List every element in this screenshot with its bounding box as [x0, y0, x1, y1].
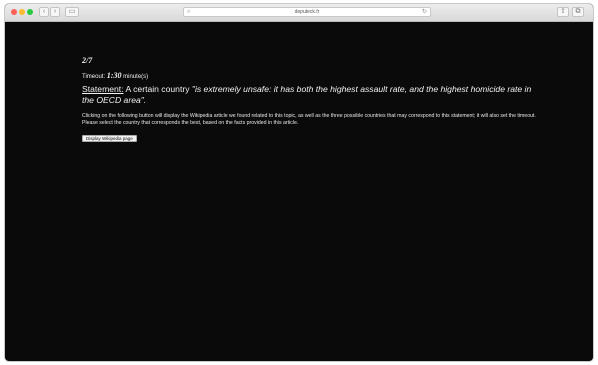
timeout-line: Timeout: 1:30 minute(s) [82, 71, 148, 80]
question-progress: 2/7 [82, 56, 93, 65]
forward-button[interactable]: › [50, 7, 60, 17]
close-window-button[interactable] [11, 9, 17, 15]
statement-prefix: A certain country [125, 84, 190, 94]
chevron-left-icon: ‹ [42, 8, 46, 15]
statement-label: Statement: [82, 84, 124, 94]
display-wikipedia-button[interactable]: Display Wikipedia page [82, 135, 137, 142]
sidebar-toggle-button[interactable]: ▭ [65, 7, 79, 17]
browser-toolbar: ‹ › ▭ ⌕ deputeck.fr ↻ ⇧ ⧉ [5, 4, 593, 22]
timeout-unit: minute(s) [123, 74, 149, 80]
tabs-button[interactable]: ⧉ [572, 7, 584, 17]
page-content: 2/7 Timeout: 1:30 minute(s) Statement: A… [5, 22, 593, 361]
timeout-label: Timeout: [82, 74, 106, 80]
chevron-right-icon: › [53, 8, 57, 15]
zoom-window-button[interactable] [27, 9, 33, 15]
timeout-value: 1:30 [106, 71, 122, 80]
statement: Statement: A certain country "is extreme… [82, 84, 537, 106]
share-icon: ⇧ [560, 8, 566, 15]
address-bar[interactable]: ⌕ deputeck.fr ↻ [183, 7, 431, 17]
tabs-icon: ⧉ [575, 8, 581, 15]
minimize-window-button[interactable] [19, 9, 25, 15]
instructions-text: Clicking on the following button will di… [82, 113, 536, 126]
reload-icon[interactable]: ↻ [422, 8, 427, 16]
back-button[interactable]: ‹ [39, 7, 49, 17]
browser-window: ‹ › ▭ ⌕ deputeck.fr ↻ ⇧ ⧉ 2/7 Timeout: 1… [5, 4, 593, 361]
sidebar-icon: ▭ [68, 8, 76, 15]
address-url: deputeck.fr [294, 9, 320, 15]
share-button[interactable]: ⇧ [557, 7, 569, 17]
